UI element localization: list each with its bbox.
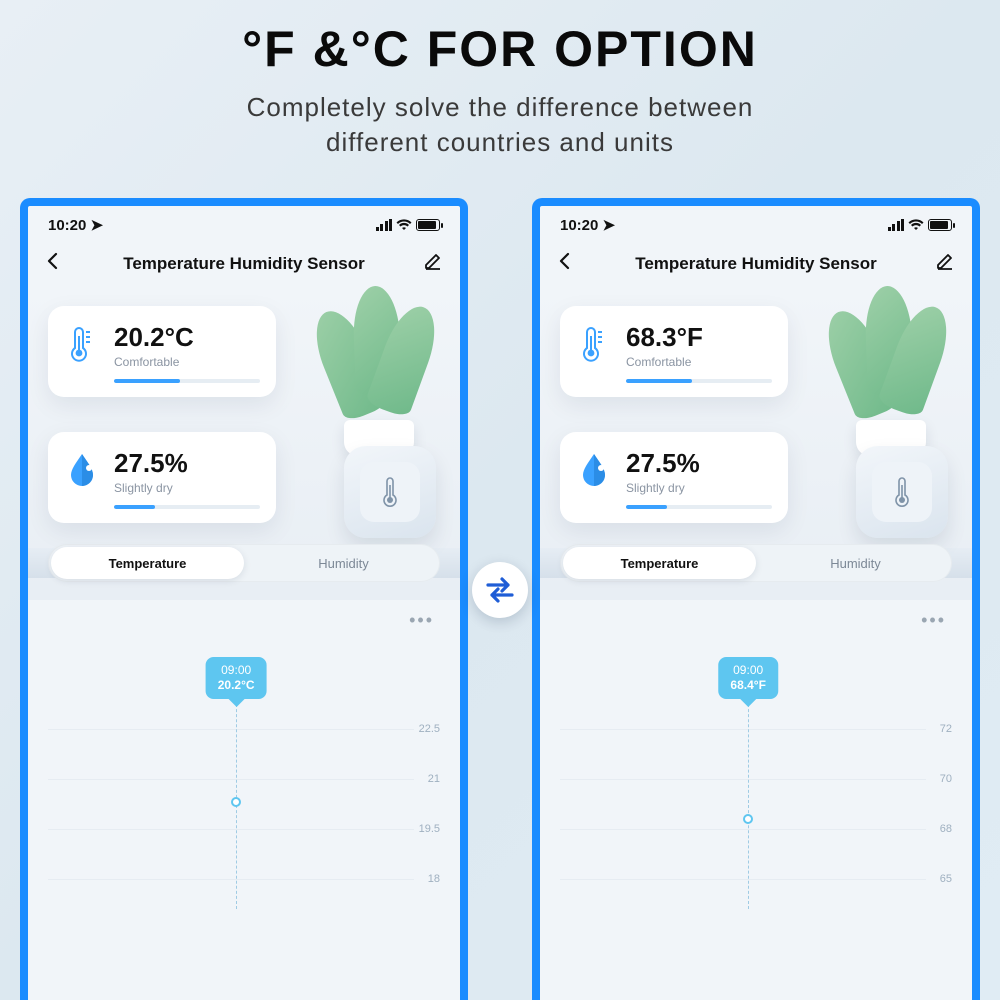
- pencil-icon: [424, 252, 442, 270]
- edit-button[interactable]: [414, 252, 442, 276]
- humidity-bar: [626, 505, 772, 509]
- temperature-chart: 22.5 21 19.5 18 09:00 20.2°C: [48, 639, 440, 909]
- temperature-card[interactable]: 68.3°F Comfortable: [560, 306, 788, 397]
- edit-button[interactable]: [926, 252, 954, 276]
- humidity-card[interactable]: 27.5% Slightly dry: [560, 432, 788, 523]
- thermometer-icon: [579, 324, 609, 364]
- app-title: Temperature Humidity Sensor: [586, 254, 926, 274]
- chart-tooltip: 09:00 20.2°C: [206, 657, 267, 699]
- back-button[interactable]: [558, 252, 586, 276]
- status-right: [376, 219, 441, 231]
- more-button[interactable]: •••: [540, 600, 972, 631]
- status-right: [888, 219, 953, 231]
- battery-icon: [416, 219, 440, 231]
- tab-humidity[interactable]: Humidity: [759, 544, 952, 582]
- chevron-left-icon: [558, 252, 572, 270]
- y-tick: 70: [940, 773, 952, 785]
- swap-units-icon: [472, 562, 528, 618]
- tab-humidity[interactable]: Humidity: [247, 544, 440, 582]
- chevron-left-icon: [46, 252, 60, 270]
- y-tick: 72: [940, 723, 952, 735]
- wifi-icon: [396, 219, 412, 231]
- tab-temperature[interactable]: Temperature: [51, 547, 244, 579]
- page-heading: °F &°C FOR OPTION: [0, 0, 1000, 78]
- temperature-status: Comfortable: [626, 355, 772, 369]
- y-tick: 22.5: [419, 723, 440, 735]
- y-tick: 21: [428, 773, 440, 785]
- temperature-status: Comfortable: [114, 355, 260, 369]
- temperature-value: 68.3°F: [626, 322, 772, 353]
- pencil-icon: [936, 252, 954, 270]
- more-button[interactable]: •••: [28, 600, 460, 631]
- chart-datapoint: [231, 797, 241, 807]
- temperature-chart: 72 70 68 65 09:00 68.4°F: [560, 639, 952, 909]
- tooltip-value: 68.4°F: [730, 678, 765, 693]
- thermometer-icon: [891, 475, 913, 509]
- humidity-value: 27.5%: [114, 448, 260, 479]
- page-subheading: Completely solve the difference between …: [0, 90, 1000, 160]
- battery-icon: [928, 219, 952, 231]
- device-illustration: [856, 446, 948, 538]
- y-tick: 19.5: [419, 823, 440, 835]
- temperature-bar: [114, 379, 260, 383]
- status-time: 10:20 ➤: [48, 216, 103, 234]
- humidity-bar: [114, 505, 260, 509]
- sensor-scene: 68.3°F Comfortable 27.5% Slightly dry Te…: [540, 290, 972, 600]
- y-tick: 68: [940, 823, 952, 835]
- chart-tooltip: 09:00 68.4°F: [718, 657, 777, 699]
- status-bar: 10:20 ➤: [28, 206, 460, 244]
- temperature-value: 20.2°C: [114, 322, 260, 353]
- droplet-icon: [578, 451, 610, 489]
- chart-cursor-line: [748, 699, 749, 909]
- wifi-icon: [908, 219, 924, 231]
- phone-celsius: 10:20 ➤ Temperature Humidity Sensor: [20, 198, 468, 1000]
- tooltip-time: 09:00: [730, 663, 765, 678]
- back-button[interactable]: [46, 252, 74, 276]
- chart-segment: Temperature Humidity: [48, 544, 440, 582]
- thermometer-icon: [67, 324, 97, 364]
- y-tick: 18: [428, 873, 440, 885]
- humidity-card[interactable]: 27.5% Slightly dry: [48, 432, 276, 523]
- thermometer-icon: [379, 475, 401, 509]
- phone-fahrenheit: 10:20 ➤ Temperature Humidity Sensor: [532, 198, 980, 1000]
- tab-temperature[interactable]: Temperature: [563, 547, 756, 579]
- tooltip-value: 20.2°C: [218, 678, 255, 693]
- temperature-bar: [626, 379, 772, 383]
- subheading-line-2: different countries and units: [326, 127, 674, 157]
- location-icon: ➤: [603, 217, 616, 234]
- humidity-status: Slightly dry: [114, 481, 260, 495]
- droplet-icon: [66, 451, 98, 489]
- chart-segment: Temperature Humidity: [560, 544, 952, 582]
- location-icon: ➤: [91, 217, 104, 234]
- device-illustration: [344, 446, 436, 538]
- chart-datapoint: [743, 814, 753, 824]
- tooltip-time: 09:00: [218, 663, 255, 678]
- humidity-value: 27.5%: [626, 448, 772, 479]
- status-time: 10:20 ➤: [560, 216, 615, 234]
- sensor-scene: 20.2°C Comfortable 27.5% Slightly dry Te…: [28, 290, 460, 600]
- humidity-status: Slightly dry: [626, 481, 772, 495]
- y-tick: 65: [940, 873, 952, 885]
- cellular-icon: [376, 219, 393, 231]
- cellular-icon: [888, 219, 905, 231]
- app-title: Temperature Humidity Sensor: [74, 254, 414, 274]
- temperature-card[interactable]: 20.2°C Comfortable: [48, 306, 276, 397]
- subheading-line-1: Completely solve the difference between: [247, 92, 754, 122]
- status-bar: 10:20 ➤: [540, 206, 972, 244]
